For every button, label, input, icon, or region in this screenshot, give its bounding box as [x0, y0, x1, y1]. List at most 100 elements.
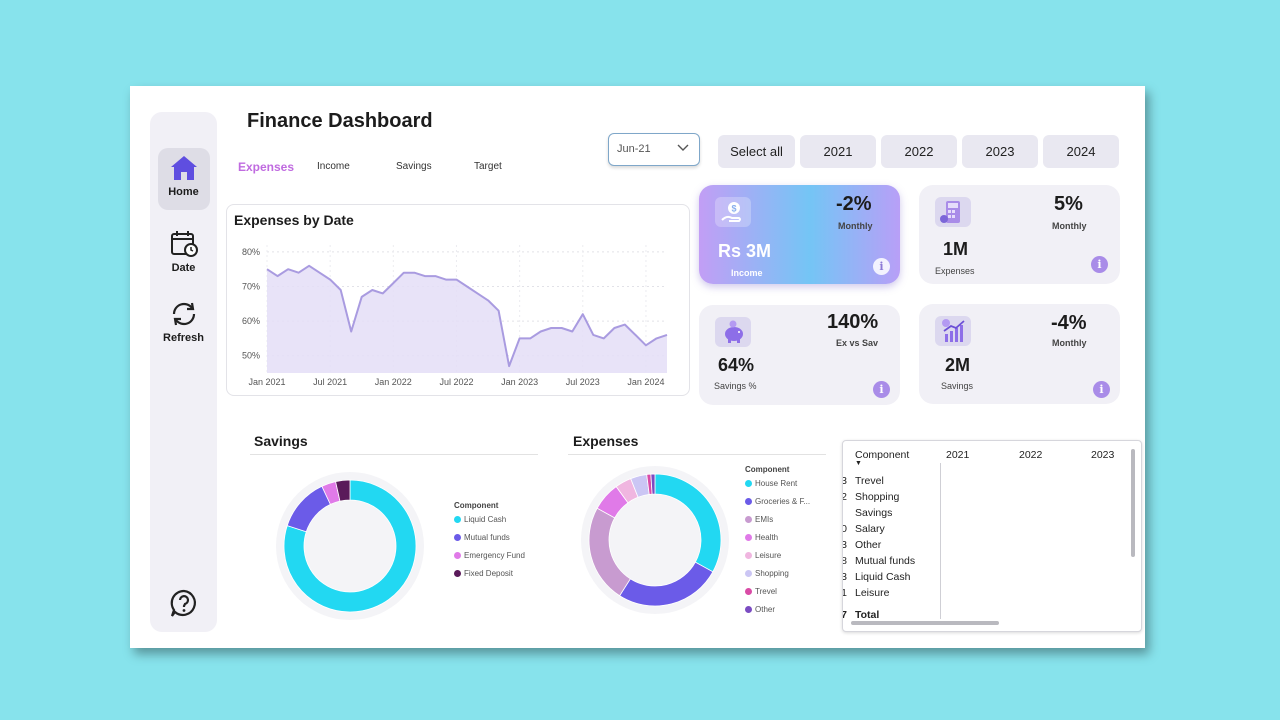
legend-item[interactable]: Other [745, 605, 810, 623]
tab-income[interactable]: Income [317, 161, 350, 172]
legend-item[interactable]: EMIs [745, 515, 810, 533]
savings-title: Savings [254, 433, 308, 449]
kpi-income-pct-label: Monthly [838, 221, 873, 231]
sort-caret-icon[interactable]: ▼ [855, 460, 862, 467]
legend-item[interactable]: Leisure [745, 551, 810, 569]
legend-label: Other [755, 605, 776, 614]
legend-swatch [745, 588, 752, 595]
kpi-expenses-label: Expenses [935, 266, 975, 276]
table-header[interactable]: 2023 [1091, 449, 1114, 461]
savings-legend: Liquid Cash Mutual funds Emergency Fund Fix… [454, 515, 525, 587]
kpi-savings-card: -4% Monthly 2M Savings i [919, 304, 1120, 404]
kpi-expenses-card: 5% Monthly 1M Expenses i [919, 185, 1120, 284]
year-2024-button[interactable]: 2024 [1043, 135, 1119, 168]
legend-item[interactable]: House Rent [745, 479, 810, 497]
nav-refresh[interactable]: Refresh [150, 300, 217, 344]
legend-item[interactable]: Liquid Cash [454, 515, 525, 533]
tab-target[interactable]: Target [474, 161, 502, 172]
kpi-income-value: Rs 3M [718, 241, 772, 261]
table-cell: Rs 2 [843, 491, 847, 503]
legend-label: Health [755, 533, 779, 542]
legend-swatch [454, 552, 461, 559]
legend-item[interactable]: Shopping [745, 569, 810, 587]
x-tick-label: Jul 2022 [439, 377, 473, 387]
nav-date[interactable]: Date [150, 230, 217, 274]
help-button[interactable] [150, 588, 217, 622]
legend-label: Fixed Deposit [464, 569, 513, 578]
expenses-by-date-chart: Expenses by Date 80% 70% 60% 50% Jan 2021 Jul… [226, 204, 690, 396]
kpi-savings-label: Savings [941, 381, 974, 391]
legend-label: Mutual funds [464, 533, 510, 542]
table-header[interactable]: 2021 [946, 449, 969, 461]
divider [940, 463, 941, 619]
horizontal-scrollbar[interactable] [851, 621, 999, 625]
year-2023-button[interactable]: 2023 [962, 135, 1038, 168]
divider [250, 454, 538, 455]
kpi-income-pct: -2% [836, 193, 872, 215]
kpi-expenses-value: 1M [943, 239, 969, 259]
legend-item[interactable]: Emergency Fund [454, 551, 525, 569]
kpi-savings-pct-label: Savings % [714, 381, 757, 391]
calculator-icon [935, 197, 971, 227]
legend-label: Liquid Cash [464, 515, 507, 524]
legend-item[interactable]: Groceries & F... [745, 497, 810, 515]
info-icon[interactable]: i [1093, 381, 1110, 398]
x-tick-label: Jan 2023 [501, 377, 538, 387]
kpi-savings-pct-pct: 140% [827, 311, 879, 333]
table-cell: Rs 90 [843, 523, 847, 535]
legend-swatch [454, 570, 461, 577]
table-cell: Rs 8 [843, 555, 847, 567]
legend-label: House Rent [755, 479, 798, 488]
tab-expenses[interactable]: Expenses [238, 160, 294, 174]
expenses-legend: House Rent Groceries & F... EMIs Health Leis… [745, 479, 810, 623]
kpi-savings-pct-card: 140% Ex vs Sav 64% Savings % i [699, 305, 900, 405]
legend-swatch [745, 606, 752, 613]
legend-item[interactable]: Health [745, 533, 810, 551]
date-filter-dropdown[interactable]: Jun-21 [608, 133, 700, 166]
expenses-title: Expenses [573, 433, 639, 449]
expenses-donut-chart [581, 466, 729, 614]
kpi-savings-pct-change: -4% [1051, 312, 1087, 334]
legend-item[interactable]: Mutual funds [454, 533, 525, 551]
table-header[interactable]: Component [855, 449, 909, 461]
kpi-savings-pct-change-label: Monthly [1052, 338, 1087, 348]
page-title: Finance Dashboard [247, 110, 433, 132]
x-tick-label: Jan 2022 [375, 377, 412, 387]
refresh-icon [172, 302, 195, 326]
legend-label: EMIs [755, 515, 774, 524]
vertical-scrollbar[interactable] [1131, 449, 1135, 557]
table-row-label: Mutual funds [855, 555, 916, 567]
tab-savings[interactable]: Savings [396, 161, 432, 172]
table-cell: Rs 43 [843, 571, 847, 583]
savings-donut-chart [276, 472, 424, 620]
y-tick-label: 80% [242, 247, 260, 257]
info-icon[interactable]: i [873, 381, 890, 398]
kpi-income-card: $ -2% Monthly Rs 3M Income i [699, 185, 900, 284]
legend-swatch [745, 570, 752, 577]
expenses-area [267, 265, 667, 373]
year-2022-button[interactable]: 2022 [881, 135, 957, 168]
help-icon [170, 589, 196, 617]
nav-home[interactable]: Home [150, 148, 217, 210]
info-icon[interactable]: i [1091, 256, 1108, 273]
x-tick-label: Jul 2021 [313, 377, 347, 387]
legend-label: Emergency Fund [464, 551, 525, 560]
kpi-expenses-pct-label: Monthly [1052, 221, 1087, 231]
growth-chart-icon [935, 316, 971, 346]
piggy-bank-icon [715, 317, 751, 347]
legend-swatch [745, 534, 752, 541]
divider [568, 454, 826, 455]
component-year-table[interactable]: Component202120222023▼TrevelRs 6,200Rs 1… [842, 440, 1142, 632]
legend-item[interactable]: Fixed Deposit [454, 569, 525, 587]
legend-label: Trevel [755, 587, 777, 596]
money-hand-icon: $ [715, 197, 751, 227]
y-tick-label: 60% [242, 316, 260, 326]
select-all-button[interactable]: Select all [718, 135, 795, 168]
legend-item[interactable]: Trevel [745, 587, 810, 605]
info-icon[interactable]: i [873, 258, 890, 275]
year-2021-button[interactable]: 2021 [800, 135, 876, 168]
table-header[interactable]: 2022 [1019, 449, 1042, 461]
legend-swatch [745, 480, 752, 487]
sidebar: Home Date Refresh [150, 112, 217, 632]
legend-swatch [454, 516, 461, 523]
